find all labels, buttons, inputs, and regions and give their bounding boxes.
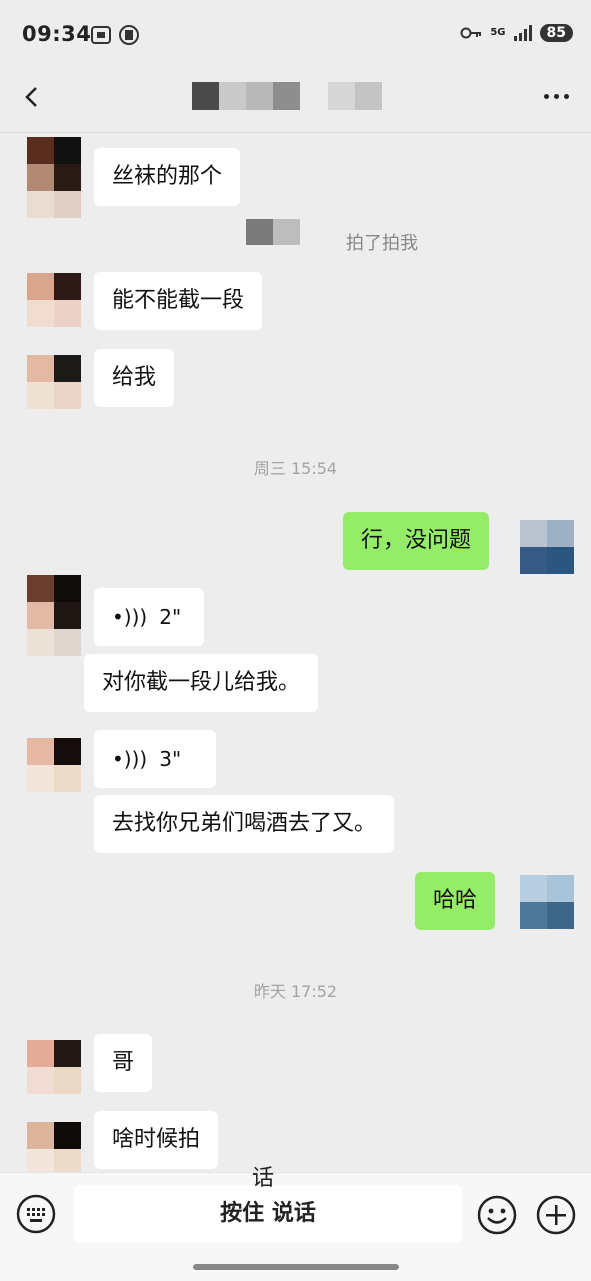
avatar-lower — [27, 629, 81, 656]
my-message-bubble[interactable]: 哈哈 — [415, 872, 496, 930]
status-time: 09:34 — [22, 22, 92, 46]
avatar[interactable] — [27, 575, 81, 629]
status-icons-left — [90, 24, 140, 46]
keyboard-icon[interactable] — [16, 1194, 56, 1234]
network-type: 5G — [490, 27, 506, 38]
avatar[interactable] — [27, 273, 81, 327]
voice-duration: 3" — [159, 747, 182, 771]
avatar[interactable] — [27, 1040, 81, 1094]
chat-header — [0, 70, 591, 133]
chat-title-redacted — [192, 82, 300, 110]
my-message-bubble[interactable]: 行，没问题 — [343, 512, 490, 570]
timestamp: 昨天 17:52 — [253, 982, 338, 1001]
signal-icon — [513, 25, 532, 41]
chevron-left-icon[interactable] — [18, 82, 48, 112]
status-bar: 09:34 5G 85 — [0, 0, 591, 70]
voice-wave-icon: •))) — [112, 747, 148, 771]
pat-message: 拍了拍我 — [346, 233, 418, 254]
more-dots-icon[interactable] — [544, 94, 569, 99]
message-bubble[interactable]: 丝袜的那个 — [94, 148, 241, 206]
avatar[interactable] — [27, 355, 81, 409]
voice-message-bubble[interactable]: •))) 3" — [94, 730, 216, 788]
message-bubble[interactable]: 给我 — [94, 349, 175, 407]
timestamp: 周三 15:54 — [253, 459, 338, 478]
pat-sender-redacted — [246, 219, 300, 245]
home-indicator — [193, 1264, 399, 1270]
battery-level: 85 — [539, 24, 573, 42]
avatar[interactable] — [27, 137, 81, 191]
voice-wave-icon: •))) — [112, 605, 148, 629]
chat-title-redacted-2 — [328, 82, 382, 110]
voice-transcript: 对你截一段儿给我。 — [84, 654, 319, 712]
message-bubble[interactable]: 啥时候拍 — [94, 1111, 219, 1169]
message-bubble[interactable]: 能不能截一段 — [94, 272, 263, 330]
hold-to-talk-button[interactable]: 按住 说话 — [74, 1185, 462, 1243]
avatar[interactable] — [27, 1122, 81, 1176]
status-icons-right: 5G 85 — [460, 24, 573, 42]
my-avatar[interactable] — [520, 520, 574, 574]
voice-duration: 2" — [159, 605, 182, 629]
key-icon — [460, 27, 482, 39]
clipboard-icon — [119, 25, 139, 45]
floating-text: 话 — [252, 1166, 275, 1191]
screenshot-icon — [91, 26, 111, 44]
voice-transcript: 去找你兄弟们喝酒去了又。 — [94, 795, 395, 853]
voice-message-bubble[interactable]: •))) 2" — [94, 588, 204, 646]
plus-icon[interactable] — [535, 1194, 577, 1236]
avatar[interactable] — [27, 738, 81, 792]
emoji-icon[interactable] — [476, 1194, 518, 1236]
my-avatar[interactable] — [520, 875, 574, 929]
avatar-lower — [27, 191, 81, 218]
message-bubble[interactable]: 哥 — [94, 1034, 153, 1092]
